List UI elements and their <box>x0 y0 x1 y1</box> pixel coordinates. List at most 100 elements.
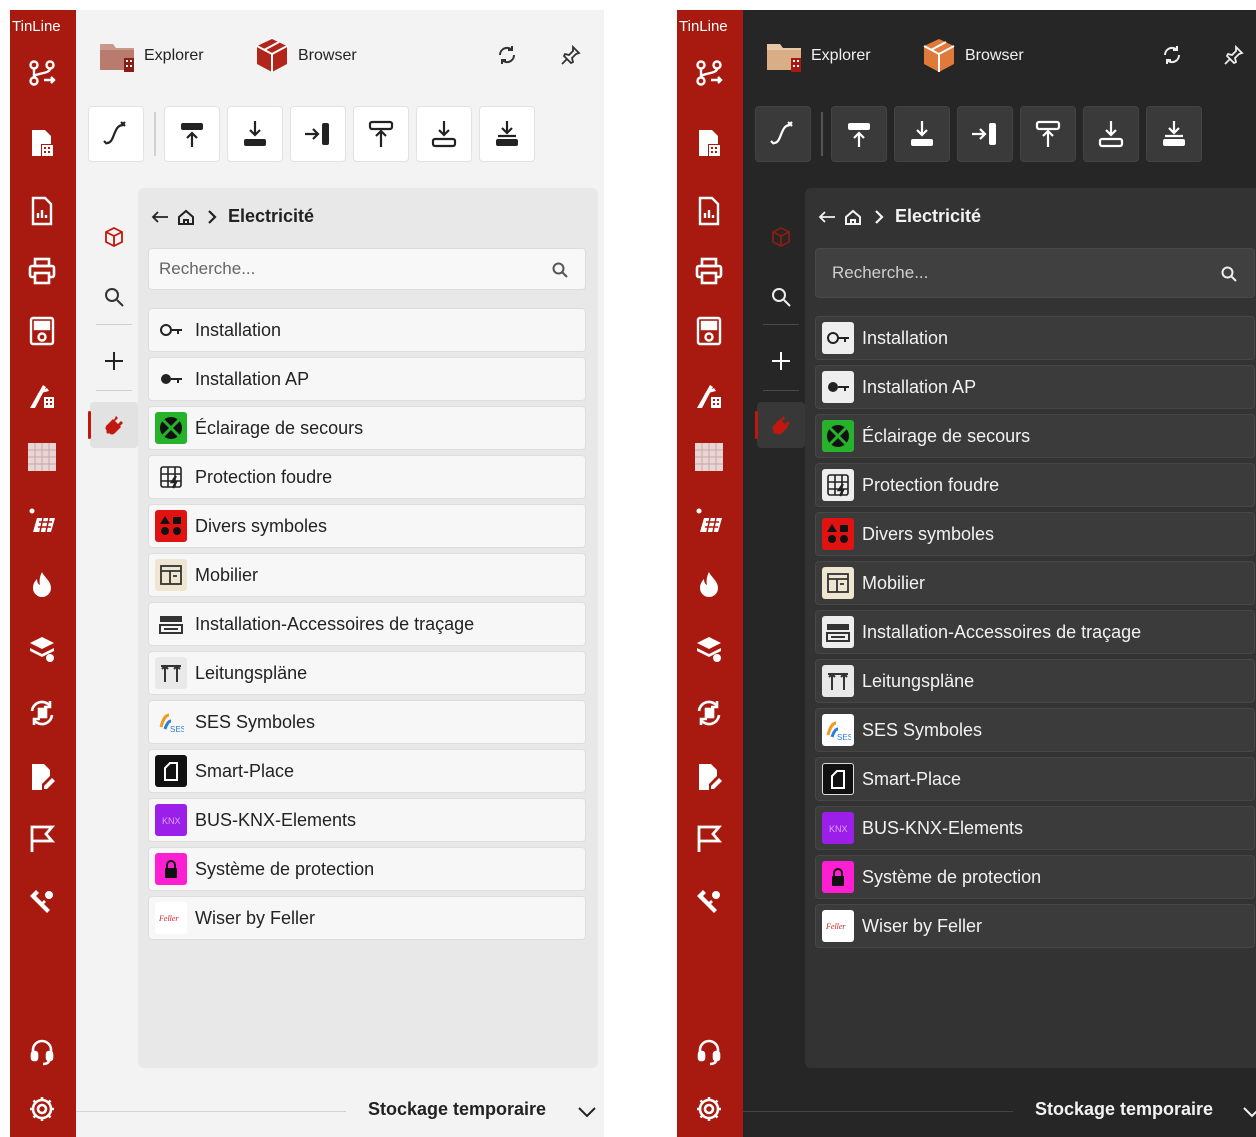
explorer-button[interactable]: Explorer <box>98 36 204 76</box>
pin-icon[interactable] <box>1223 44 1245 66</box>
settings-gear-icon[interactable] <box>694 1094 724 1124</box>
tab-electricity[interactable] <box>755 402 805 448</box>
list-item[interactable]: SES SES Symboles <box>148 700 586 744</box>
tools-icon[interactable] <box>694 886 724 916</box>
layers-settings-icon[interactable] <box>27 634 57 664</box>
insert-floor-button[interactable] <box>894 106 950 162</box>
curve-tool-button[interactable] <box>755 106 811 162</box>
pylon-building-icon[interactable] <box>27 380 57 410</box>
solar-panel-icon[interactable] <box>27 506 57 536</box>
temporary-storage-toggle[interactable]: Stockage temporaire <box>1035 1099 1213 1120</box>
pylon-building-icon[interactable] <box>694 380 724 410</box>
curve-tool-button[interactable] <box>88 106 144 162</box>
support-headset-icon[interactable] <box>694 1036 724 1066</box>
settings-gear-icon[interactable] <box>27 1094 57 1124</box>
list-item[interactable]: Leitungspläne <box>815 659 1255 703</box>
building-document-icon[interactable] <box>27 128 57 158</box>
list-item[interactable]: Feller Wiser by Feller <box>815 904 1255 948</box>
hatch-pattern-icon[interactable] <box>694 442 724 472</box>
print-icon[interactable] <box>27 256 57 286</box>
fire-icon[interactable] <box>694 570 724 600</box>
document-edit-icon[interactable] <box>694 762 724 792</box>
search-input[interactable] <box>149 249 585 289</box>
home-icon[interactable] <box>176 207 196 227</box>
list-item[interactable]: Divers symboles <box>815 512 1255 556</box>
list-item[interactable]: Installation <box>148 308 586 352</box>
tab-add[interactable] <box>757 338 805 384</box>
insert-ceiling-button[interactable] <box>831 106 887 162</box>
list-item[interactable]: Protection foudre <box>815 463 1255 507</box>
insert-floor-button[interactable] <box>227 106 283 162</box>
tab-search[interactable] <box>90 274 138 320</box>
back-arrow-icon[interactable] <box>150 207 170 227</box>
workflow-icon[interactable] <box>694 58 724 88</box>
tab-browser[interactable] <box>757 214 805 260</box>
insert-wall-button[interactable] <box>957 106 1013 162</box>
search-icon[interactable] <box>551 261 569 279</box>
insert-stacked-button[interactable] <box>1146 106 1202 162</box>
list-item[interactable]: Éclairage de secours <box>148 406 586 450</box>
chevron-down-icon[interactable] <box>1241 1101 1256 1123</box>
list-item[interactable]: Protection foudre <box>148 455 586 499</box>
temporary-storage-toggle[interactable]: Stockage temporaire <box>368 1099 546 1120</box>
list-item[interactable]: Mobilier <box>815 561 1255 605</box>
print-icon[interactable] <box>694 256 724 286</box>
list-item[interactable]: Installation <box>815 316 1255 360</box>
browser-button[interactable]: Browser <box>252 36 357 76</box>
list-item[interactable]: KNX BUS-KNX-Elements <box>148 798 586 842</box>
refresh-icon[interactable] <box>1161 44 1183 66</box>
flag-icon[interactable] <box>694 824 724 854</box>
pin-icon[interactable] <box>560 44 582 66</box>
list-item[interactable]: Installation-Accessoires de traçage <box>148 602 586 646</box>
back-arrow-icon[interactable] <box>817 207 837 227</box>
list-item[interactable]: Installation AP <box>815 365 1255 409</box>
search-input[interactable] <box>816 249 1254 297</box>
list-item[interactable]: Éclairage de secours <box>815 414 1255 458</box>
tools-icon[interactable] <box>27 886 57 916</box>
document-edit-icon[interactable] <box>27 762 57 792</box>
insert-floor-outline-button[interactable] <box>416 106 472 162</box>
workflow-icon[interactable] <box>27 58 57 88</box>
insert-wall-button[interactable] <box>290 106 346 162</box>
meter-icon[interactable] <box>27 316 57 346</box>
insert-ceiling-outline-button[interactable] <box>1020 106 1076 162</box>
layers-settings-icon[interactable] <box>694 634 724 664</box>
sync-document-icon[interactable] <box>27 698 57 728</box>
list-item[interactable]: KNX BUS-KNX-Elements <box>815 806 1255 850</box>
support-headset-icon[interactable] <box>27 1036 57 1066</box>
chevron-down-icon[interactable] <box>576 1101 598 1123</box>
explorer-button[interactable]: Explorer <box>765 36 871 76</box>
meter-icon[interactable] <box>694 316 724 346</box>
list-item[interactable]: SES SES Symboles <box>815 708 1255 752</box>
list-item[interactable]: Feller Wiser by Feller <box>148 896 586 940</box>
refresh-icon[interactable] <box>496 44 518 66</box>
flag-icon[interactable] <box>27 824 57 854</box>
fire-icon[interactable] <box>27 570 57 600</box>
list-item[interactable]: Smart-Place <box>148 749 586 793</box>
insert-stacked-button[interactable] <box>479 106 535 162</box>
solar-panel-icon[interactable] <box>694 506 724 536</box>
tab-search[interactable] <box>757 274 805 320</box>
report-icon[interactable] <box>694 196 724 226</box>
list-item[interactable]: Système de protection <box>148 847 586 891</box>
insert-ceiling-button[interactable] <box>164 106 220 162</box>
list-item[interactable]: Divers symboles <box>148 504 586 548</box>
hatch-pattern-icon[interactable] <box>27 442 57 472</box>
tab-electricity[interactable] <box>88 402 138 448</box>
report-icon[interactable] <box>27 196 57 226</box>
sync-document-icon[interactable] <box>694 698 724 728</box>
search-icon[interactable] <box>1220 265 1238 283</box>
tab-browser[interactable] <box>90 214 138 260</box>
list-item[interactable]: Smart-Place <box>815 757 1255 801</box>
list-item[interactable]: Mobilier <box>148 553 586 597</box>
tab-add[interactable] <box>90 338 138 384</box>
home-icon[interactable] <box>843 207 863 227</box>
list-item[interactable]: Leitungspläne <box>148 651 586 695</box>
list-item[interactable]: Installation-Accessoires de traçage <box>815 610 1255 654</box>
browser-button[interactable]: Browser <box>919 36 1024 76</box>
insert-ceiling-outline-button[interactable] <box>353 106 409 162</box>
insert-floor-outline-button[interactable] <box>1083 106 1139 162</box>
list-item[interactable]: Installation AP <box>148 357 586 401</box>
building-document-icon[interactable] <box>694 128 724 158</box>
list-item[interactable]: Système de protection <box>815 855 1255 899</box>
